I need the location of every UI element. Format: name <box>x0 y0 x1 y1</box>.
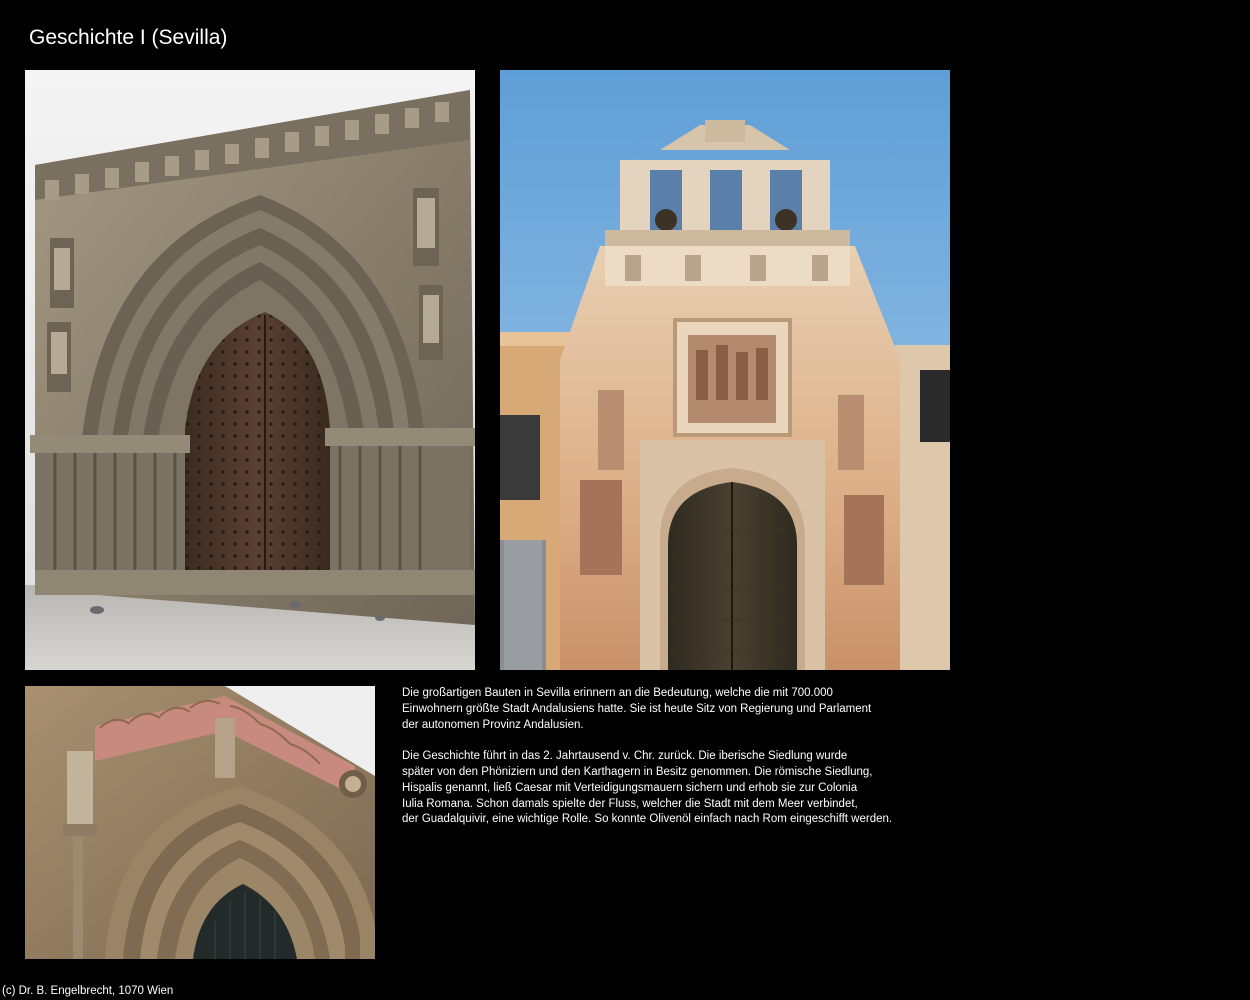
cathedral-bell-gable-photo[interactable] <box>500 70 950 670</box>
page-title: Geschichte I (Sevilla) <box>29 26 228 49</box>
text-line: der Guadalquivir, eine wichtige Rolle. S… <box>402 813 893 826</box>
text-line: Die Geschichte führt in das 2. Jahrtause… <box>402 750 848 763</box>
text-line: Iulia Romana. Schon damals spielte der F… <box>402 797 858 810</box>
text-line: Einwohnern größte Stadt Andalusiens hatt… <box>402 702 872 715</box>
page: Geschichte I (Sevilla) Die großartigen B… <box>0 0 1250 1000</box>
copyright-footer: (c) Dr. B. Engelbrecht, 1070 Wien <box>2 985 174 997</box>
gothic-portal-photo[interactable] <box>25 70 475 670</box>
text-line: der autonomen Provinz Andalusien. <box>402 718 584 731</box>
text-line: Die großartigen Bauten in Sevilla erinne… <box>402 687 833 699</box>
paragraph-intro: Die großartigen Bauten in Sevilla erinne… <box>402 686 942 733</box>
text-line: später von den Phöniziern und den Kartha… <box>402 765 873 778</box>
description-text: Die großartigen Bauten in Sevilla erinne… <box>402 686 942 844</box>
paragraph-history: Die Geschichte führt in das 2. Jahrtause… <box>402 749 942 828</box>
gothic-arch-detail-photo[interactable] <box>25 686 375 959</box>
text-line: Hispalis genannt, ließ Caesar mit Vertei… <box>402 781 858 794</box>
